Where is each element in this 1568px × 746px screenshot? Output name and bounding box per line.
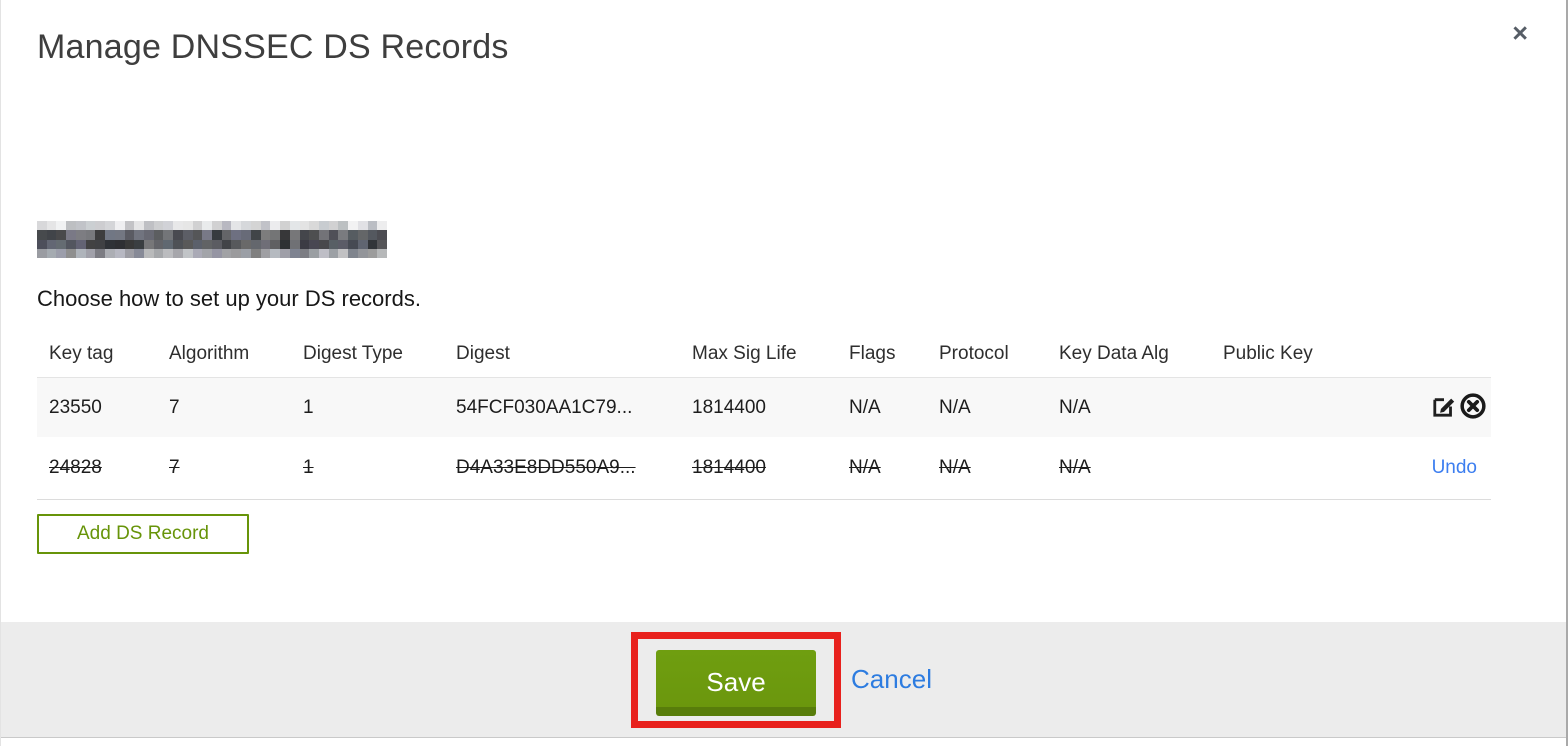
cell-digest: D4A33E8DD550A9...: [456, 457, 636, 478]
cell-digest-type: 1: [303, 457, 314, 478]
edit-record-button[interactable]: [1431, 393, 1457, 422]
cell-digest-type: 1: [303, 396, 314, 418]
redacted-domain-name: [37, 221, 387, 258]
page-title: Manage DNSSEC DS Records: [37, 28, 509, 66]
table-header-row: Key tag Algorithm Digest Type Digest Max…: [37, 330, 1491, 377]
col-header-algorithm: Algorithm: [169, 342, 250, 364]
col-header-digest: Digest: [456, 342, 510, 364]
cell-algorithm: 7: [169, 457, 180, 478]
cell-key-tag: 23550: [49, 396, 102, 418]
annotation-rectangle: Save: [631, 631, 842, 728]
save-button[interactable]: Save: [656, 649, 817, 716]
page-background-strip: [1, 738, 1566, 746]
instruction-text: Choose how to set up your DS records.: [37, 286, 421, 311]
cell-flags: N/A: [849, 396, 881, 418]
cell-key-tag: 24828: [49, 457, 102, 478]
cell-digest: 54FCF030AA1C79...: [456, 396, 633, 418]
delete-record-button[interactable]: [1459, 392, 1487, 423]
cell-algorithm: 7: [169, 396, 180, 418]
delete-icon: [1459, 392, 1487, 423]
dnssec-modal: Manage DNSSEC DS Records × Choose how to…: [0, 0, 1568, 746]
col-header-digest-type: Digest Type: [303, 342, 403, 364]
cell-flags: N/A: [849, 457, 881, 478]
table-row: 23550 7 1 54FCF030AA1C79... 1814400 N/A …: [37, 377, 1491, 437]
cell-max-sig-life: 1814400: [692, 457, 766, 478]
col-header-protocol: Protocol: [939, 342, 1009, 364]
add-ds-record-button[interactable]: Add DS Record: [37, 514, 249, 554]
col-header-key-data-alg: Key Data Alg: [1059, 342, 1169, 364]
cell-max-sig-life: 1814400: [692, 396, 766, 418]
ds-records-table: Key tag Algorithm Digest Type Digest Max…: [37, 330, 1491, 500]
undo-link[interactable]: Undo: [1432, 457, 1477, 479]
edit-icon: [1431, 393, 1457, 422]
table-row-deleted: 24828 7 1 D4A33E8DD550A9... 1814400 N/A …: [37, 437, 1491, 500]
modal-footer: Save Cancel: [1, 622, 1566, 737]
cell-key-data-alg: N/A: [1059, 457, 1091, 478]
cancel-link[interactable]: Cancel: [851, 664, 932, 695]
cell-protocol: N/A: [939, 396, 971, 418]
close-icon[interactable]: ×: [1512, 20, 1528, 47]
col-header-flags: Flags: [849, 342, 896, 364]
col-header-public-key: Public Key: [1223, 342, 1313, 364]
col-header-max-sig-life: Max Sig Life: [692, 342, 797, 364]
col-header-key-tag: Key tag: [49, 342, 114, 364]
cell-protocol: N/A: [939, 457, 971, 478]
cell-key-data-alg: N/A: [1059, 396, 1091, 418]
